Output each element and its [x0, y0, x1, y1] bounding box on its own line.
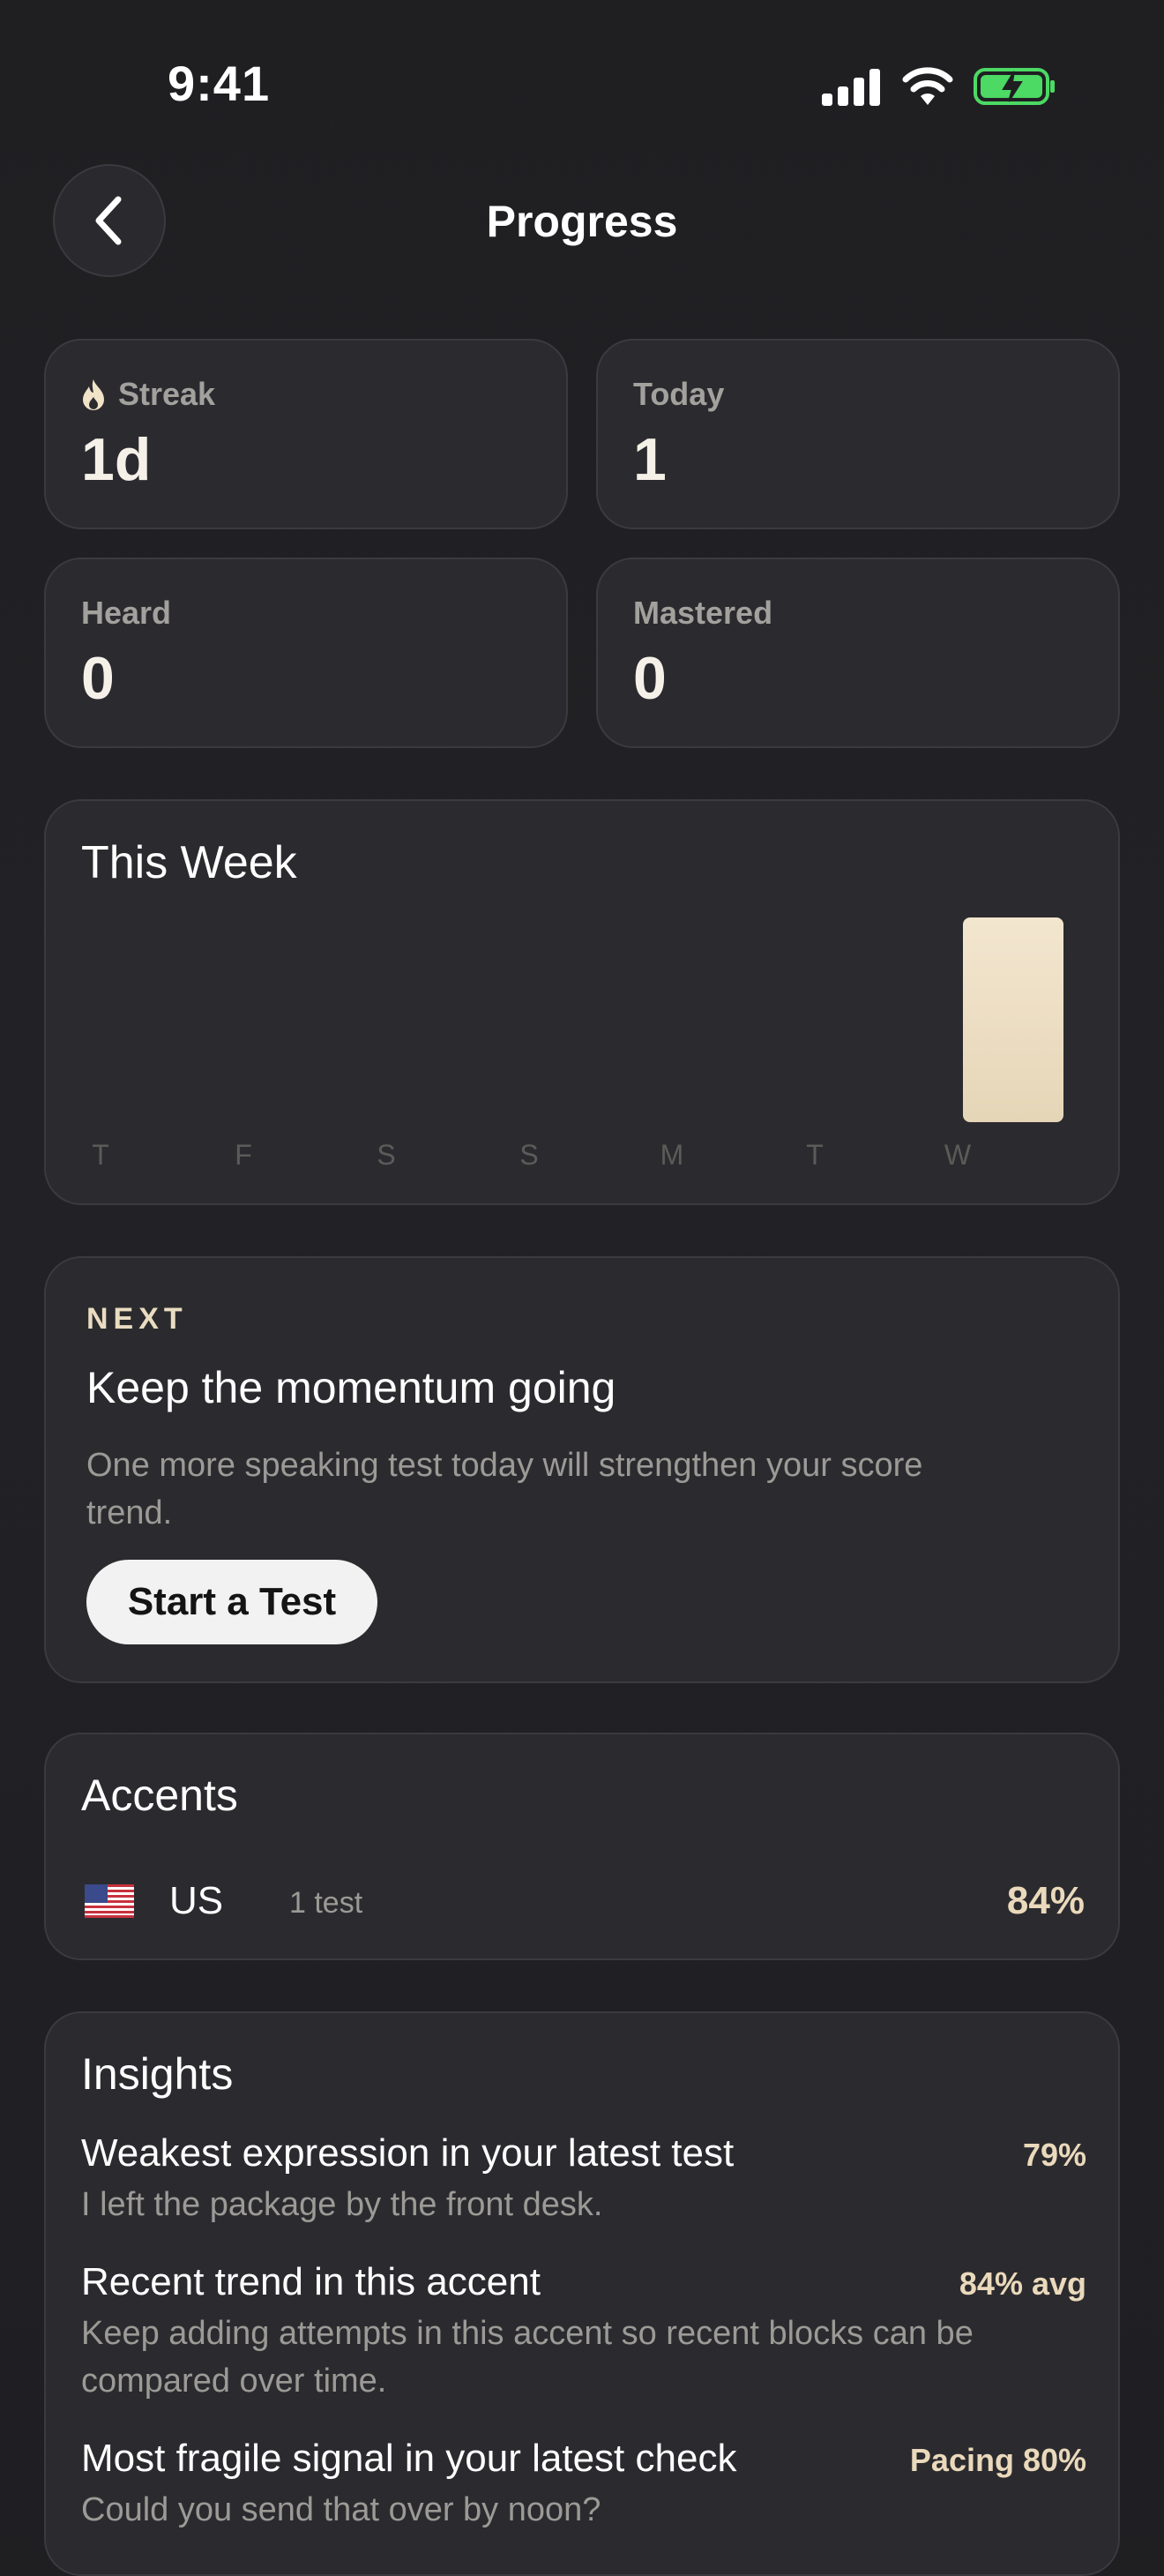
this-week-card: This Week TFSSMTW: [44, 799, 1120, 1205]
cellular-signal-icon: [822, 69, 880, 106]
mastered-label: Mastered: [633, 595, 773, 631]
insight-metric: 79%: [1022, 2137, 1086, 2173]
insight-description: I left the package by the front desk.: [81, 2186, 603, 2223]
insight-description: Could you send that over by noon?: [81, 2491, 601, 2528]
heard-label: Heard: [81, 595, 172, 631]
wifi-icon: [902, 67, 953, 105]
start-test-button[interactable]: Start a Test: [86, 1560, 377, 1644]
accent-row-us[interactable]: US 1 test 84%: [85, 1867, 1085, 1937]
status-icons: [820, 62, 1056, 111]
status-time: 9:41: [168, 56, 271, 111]
week-day-label-4: M: [660, 1139, 684, 1171]
insight-item[interactable]: Weakest expression in your latest test 7…: [81, 2131, 1086, 2228]
next-title: Keep the momentum going: [86, 1363, 616, 1412]
streak-card: Streak 1d: [44, 339, 568, 529]
today-card: Today 1: [596, 339, 1120, 529]
accents-card: Accents US 1 test 84%: [44, 1733, 1120, 1960]
accent-test-count: 1 test: [289, 1886, 363, 1920]
week-day-label-2: S: [377, 1139, 395, 1171]
streak-label-row: Streak: [81, 376, 215, 413]
insight-description: Keep adding attempts in this accent so r…: [81, 2315, 974, 2400]
streak-value: 1d: [81, 426, 152, 493]
weekly-bar-chart: TFSSMTW: [92, 917, 1063, 1171]
insight-title: Recent trend in this accent: [81, 2260, 541, 2303]
next-card: NEXT Keep the momentum going One more sp…: [44, 1256, 1120, 1683]
insight-metric: Pacing 80%: [909, 2442, 1086, 2478]
flame-icon: [83, 379, 104, 410]
accent-score: 84%: [1006, 1879, 1085, 1922]
battery-charging-icon: [974, 68, 1055, 105]
today-value: 1: [633, 426, 667, 493]
us-flag-icon: [85, 1884, 134, 1918]
mastered-value: 0: [633, 645, 667, 712]
week-day-label-3: S: [519, 1139, 538, 1171]
streak-label: Streak: [118, 376, 216, 412]
week-day-label-1: F: [235, 1139, 252, 1171]
insight-item[interactable]: Most fragile signal in your latest check…: [81, 2437, 1086, 2534]
next-kicker: NEXT: [86, 1302, 188, 1336]
next-body: One more speaking test today will streng…: [86, 1447, 923, 1531]
mastered-card: Mastered 0: [596, 558, 1120, 748]
page-title: Progress: [486, 197, 678, 246]
insights-card: Insights Weakest expression in your late…: [44, 2011, 1120, 2576]
accent-name: US: [169, 1879, 224, 1922]
insight-metric: 84% avg: [959, 2265, 1086, 2302]
week-bar-6: [963, 917, 1063, 1122]
week-day-label-0: T: [92, 1139, 109, 1171]
week-day-label-6: W: [944, 1139, 972, 1171]
insights-title: Insights: [81, 2049, 234, 2099]
today-label: Today: [633, 376, 725, 412]
insight-title: Weakest expression in your latest test: [81, 2131, 735, 2175]
heard-card: Heard 0: [44, 558, 568, 748]
heard-value: 0: [81, 645, 115, 712]
accents-title: Accents: [81, 1771, 238, 1820]
insight-item[interactable]: Recent trend in this accent 84% avg Keep…: [81, 2260, 1086, 2405]
week-day-label-5: T: [806, 1139, 824, 1171]
